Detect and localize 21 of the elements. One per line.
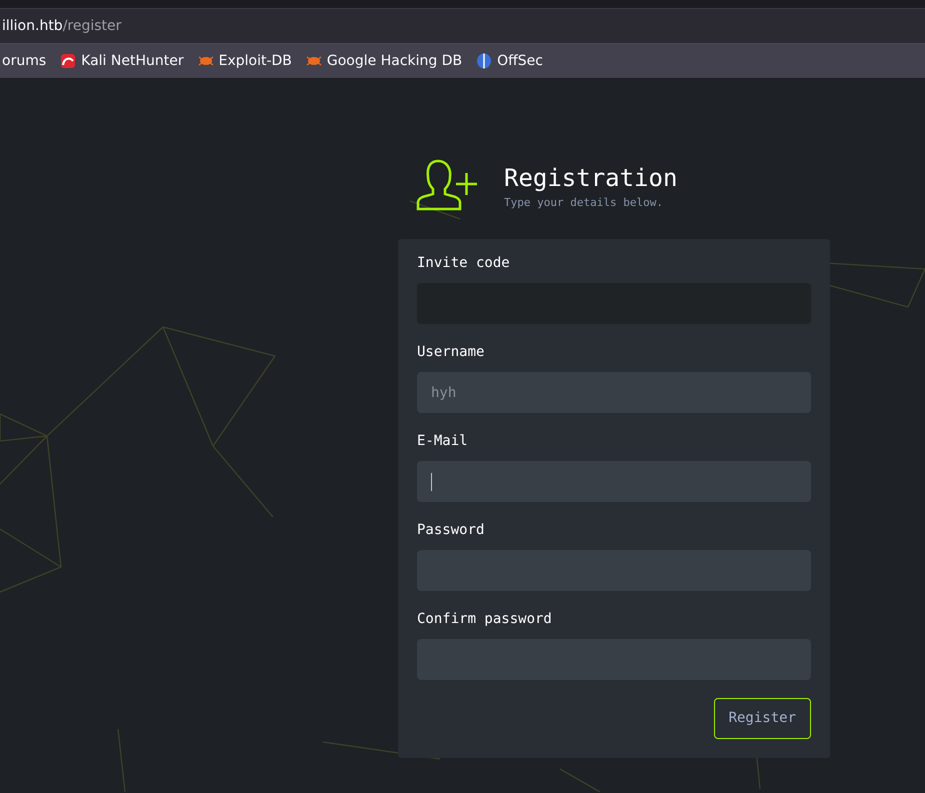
field-label: Password <box>417 521 486 540</box>
page-subtitle: Type your details below. <box>504 194 664 211</box>
bookmark-link[interactable]: Google Hacking DB <box>306 50 462 72</box>
input-field[interactable] <box>417 461 811 502</box>
field-label: Confirm password <box>417 610 553 630</box>
input-field[interactable]: hyh <box>417 372 811 414</box>
field-label: Invite code <box>417 254 511 274</box>
offsec-icon <box>476 53 492 69</box>
page-title: Registration <box>504 164 678 193</box>
field-label: E-Mail <box>417 432 469 452</box>
bookmark-link[interactable]: Exploit-DB <box>198 50 292 72</box>
bug-icon <box>306 55 322 67</box>
add-user-icon <box>416 159 478 211</box>
field-label: Username <box>417 343 486 362</box>
bookmark-link[interactable]: orums <box>2 50 46 72</box>
bookmark-link[interactable]: Kali NetHunter <box>60 50 184 72</box>
bug-icon <box>198 55 214 67</box>
register-button[interactable]: Register <box>714 698 811 740</box>
bookmark-link[interactable]: OffSec <box>476 50 543 72</box>
url-text[interactable]: illion.htb/register <box>2 16 122 36</box>
bookmark-icon <box>60 53 76 69</box>
